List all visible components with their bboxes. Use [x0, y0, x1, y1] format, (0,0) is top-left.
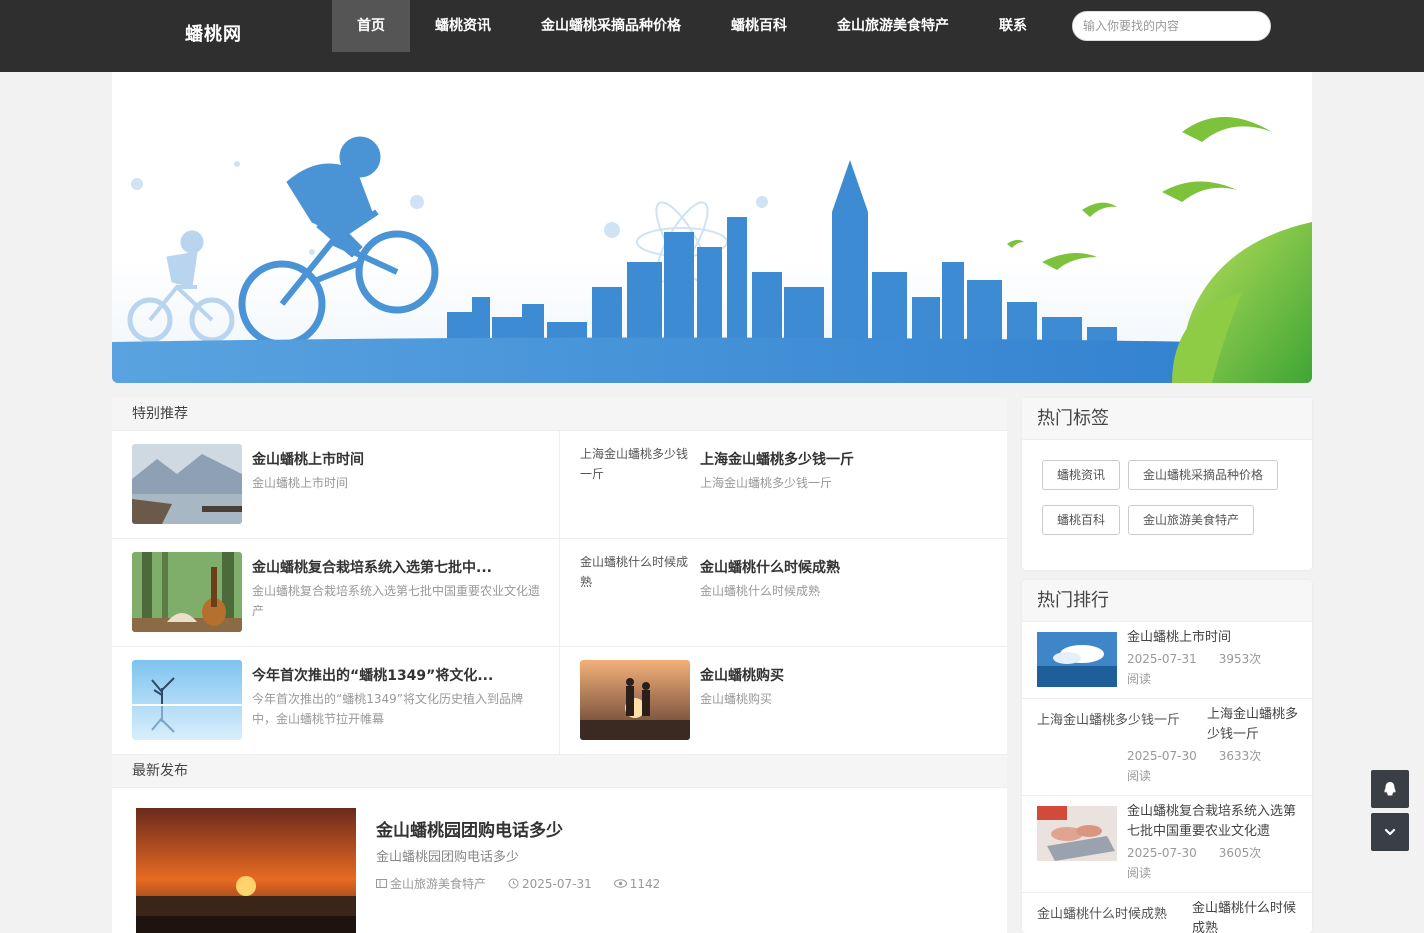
- latest-meta: 金山旅游美食特产 2025-07-31 1142: [376, 875, 660, 892]
- rank-date: 2025-07-30: [1127, 846, 1197, 860]
- tag-list: 蟠桃资讯 金山蟠桃采摘品种价格 蟠桃百科 金山旅游美食特产: [1022, 440, 1312, 545]
- featured-title[interactable]: 上海金山蟠桃多少钱一斤: [700, 449, 990, 469]
- latest-date-text: 2025-07-31: [522, 876, 592, 891]
- tag-peach-news[interactable]: 蟠桃资讯: [1042, 460, 1121, 490]
- featured-thumb-tree[interactable]: [132, 660, 242, 740]
- hot-rank-box: 热门排行 金山蟠桃上市时间 2025-07-31 3953次阅读 上海金山蟠桃多少…: [1022, 580, 1312, 933]
- featured-title[interactable]: 金山蟠桃复合栽培系统入选第七批中...: [252, 557, 542, 577]
- tag-peach-wiki[interactable]: 蟠桃百科: [1042, 505, 1121, 535]
- featured-desc: 今年首次推出的“蟠桃1349”将文化历史植入到品牌中，金山蟠桃节拉开帷幕: [252, 692, 523, 726]
- hero-banner[interactable]: [112, 72, 1312, 383]
- featured-thumb-broken-image[interactable]: 上海金山蟠桃多少钱一斤: [580, 444, 690, 484]
- nav-picking-price[interactable]: 金山蟠桃采摘品种价格: [516, 0, 706, 52]
- rank-meta: 2025-07-31 3953次阅读: [1127, 649, 1267, 689]
- featured-thumb-couple[interactable]: [580, 660, 690, 740]
- rank-item[interactable]: 金山蟠桃什么时候成熟 金山蟠桃什么时候成熟: [1022, 893, 1312, 933]
- featured-desc: 金山蟠桃购买: [700, 692, 773, 706]
- rank-title[interactable]: 金山蟠桃上市时间: [1127, 628, 1299, 648]
- hot-tags-box: 热门标签 蟠桃资讯 金山蟠桃采摘品种价格 蟠桃百科 金山旅游美食特产: [1022, 398, 1312, 570]
- rank-thumb-broken-image[interactable]: 上海金山蟠桃多少钱一斤: [1037, 709, 1180, 728]
- featured-desc: 金山蟠桃什么时候成熟: [700, 584, 821, 598]
- featured-thumb-landscape[interactable]: [132, 444, 242, 524]
- rank-title[interactable]: 金山蟠桃什么时候成熟: [1192, 899, 1302, 933]
- featured-title[interactable]: 金山蟠桃上市时间: [252, 449, 542, 469]
- latest-views-count: 1142: [629, 876, 661, 891]
- latest-views: 1142: [613, 875, 661, 892]
- main-content: 特别推荐 金山蟠桃上市时间 金山蟠桃上市时间 上海金山蟠桃多少钱一斤 上海金山蟠…: [112, 398, 1007, 933]
- banner-illustration: [112, 117, 1312, 383]
- nav-home[interactable]: 首页: [332, 0, 410, 52]
- hot-tags-heading: 热门标签: [1022, 398, 1312, 440]
- folder-icon: [376, 879, 387, 888]
- qq-penguin-icon: [1384, 782, 1396, 796]
- featured-title[interactable]: 金山蟠桃购买: [700, 665, 990, 685]
- scroll-down-button[interactable]: [1371, 813, 1409, 851]
- rank-date: 2025-07-30: [1127, 749, 1197, 763]
- nav-contact[interactable]: 联系: [974, 0, 1052, 52]
- rank-date: 2025-07-31: [1127, 652, 1197, 666]
- main-nav: 首页 蟠桃资讯 金山蟠桃采摘品种价格 蟠桃百科 金山旅游美食特产 联系: [332, 0, 1052, 52]
- tag-picking-price[interactable]: 金山蟠桃采摘品种价格: [1128, 460, 1279, 490]
- nav-peach-news[interactable]: 蟠桃资讯: [410, 0, 516, 52]
- featured-desc: 上海金山蟠桃多少钱一斤: [700, 476, 833, 490]
- featured-heading: 特别推荐: [112, 398, 1007, 431]
- featured-item[interactable]: 金山蟠桃上市时间 金山蟠桃上市时间: [112, 431, 560, 539]
- rank-title[interactable]: 上海金山蟠桃多少钱一斤: [1207, 705, 1299, 745]
- hot-rank-heading: 热门排行: [1022, 580, 1312, 622]
- latest-category-label: 金山旅游美食特产: [390, 877, 487, 891]
- rank-meta: 2025-07-30 3605次阅读: [1127, 843, 1267, 883]
- qq-contact-button[interactable]: [1371, 770, 1409, 808]
- featured-item[interactable]: 金山蟠桃购买 金山蟠桃购买: [560, 647, 1007, 755]
- latest-heading: 最新发布: [112, 755, 1007, 788]
- clock-icon: [508, 878, 519, 889]
- featured-thumb-broken-image[interactable]: 金山蟠桃什么时候成熟: [580, 552, 690, 592]
- latest-desc: 金山蟠桃园团购电话多少: [376, 850, 520, 865]
- chevron-down-icon: [1384, 828, 1396, 836]
- search-input[interactable]: [1072, 11, 1271, 41]
- latest-thumb-sunset[interactable]: [136, 808, 356, 933]
- featured-desc: 金山蟠桃复合栽培系统入选第七批中国重要农业文化遗产: [252, 584, 541, 618]
- rank-meta: 2025-07-30 3633次阅读: [1127, 746, 1267, 786]
- featured-item[interactable]: 金山蟠桃什么时候成熟 金山蟠桃什么时候成熟 金山蟠桃什么时候成熟: [560, 539, 1007, 647]
- featured-desc: 金山蟠桃上市时间: [252, 476, 349, 490]
- site-header: 蟠桃网 首页 蟠桃资讯 金山蟠桃采摘品种价格 蟠桃百科 金山旅游美食特产 联系: [0, 0, 1424, 72]
- rank-thumb-sea[interactable]: [1037, 632, 1117, 687]
- rank-item[interactable]: 金山蟠桃复合栽培系统入选第七批中国重要农业文化遗 2025-07-30 3605次…: [1022, 796, 1312, 893]
- featured-thumb-guitar[interactable]: [132, 552, 242, 632]
- nav-travel-food[interactable]: 金山旅游美食特产: [812, 0, 974, 52]
- rank-thumb-broken-image[interactable]: 金山蟠桃什么时候成熟: [1037, 903, 1167, 922]
- featured-title[interactable]: 金山蟠桃什么时候成熟: [700, 557, 990, 577]
- latest-title[interactable]: 金山蟠桃园团购电话多少: [376, 816, 563, 841]
- rank-thumb-laptop[interactable]: [1037, 806, 1117, 861]
- site-logo[interactable]: 蟠桃网: [185, 20, 242, 46]
- tag-travel-food[interactable]: 金山旅游美食特产: [1128, 505, 1255, 535]
- rank-item[interactable]: 上海金山蟠桃多少钱一斤 上海金山蟠桃多少钱一斤 2025-07-30 3633次阅…: [1022, 699, 1312, 796]
- featured-title[interactable]: 今年首次推出的“蟠桃1349”将文化...: [252, 665, 542, 685]
- featured-grid: 金山蟠桃上市时间 金山蟠桃上市时间 上海金山蟠桃多少钱一斤 上海金山蟠桃多少钱一…: [112, 431, 1007, 755]
- latest-category[interactable]: 金山旅游美食特产: [376, 875, 486, 892]
- rank-item[interactable]: 金山蟠桃上市时间 2025-07-31 3953次阅读: [1022, 622, 1312, 699]
- rank-title[interactable]: 金山蟠桃复合栽培系统入选第七批中国重要农业文化遗: [1127, 802, 1299, 842]
- eye-icon: [613, 879, 627, 888]
- latest-date: 2025-07-31: [508, 875, 592, 892]
- featured-item[interactable]: 上海金山蟠桃多少钱一斤 上海金山蟠桃多少钱一斤 上海金山蟠桃多少钱一斤: [560, 431, 1007, 539]
- latest-item[interactable]: 金山蟠桃园团购电话多少 金山蟠桃园团购电话多少 金山旅游美食特产 2025-07…: [112, 788, 1007, 933]
- featured-item[interactable]: 今年首次推出的“蟠桃1349”将文化... 今年首次推出的“蟠桃1349”将文化…: [112, 647, 560, 755]
- featured-item[interactable]: 金山蟠桃复合栽培系统入选第七批中... 金山蟠桃复合栽培系统入选第七批中国重要农…: [112, 539, 560, 647]
- nav-peach-wiki[interactable]: 蟠桃百科: [706, 0, 812, 52]
